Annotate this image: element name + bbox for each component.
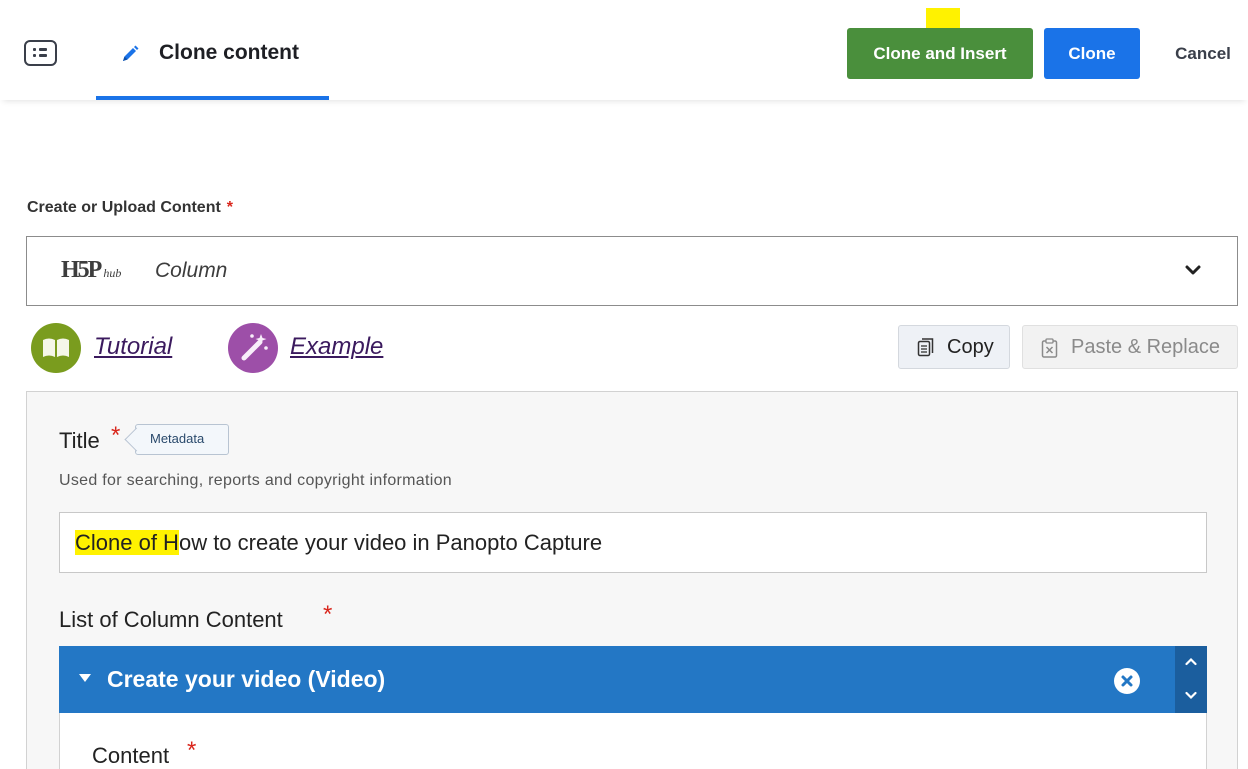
paste-replace-button[interactable]: Paste & Replace xyxy=(1022,325,1238,369)
order-controls xyxy=(1175,646,1207,713)
copy-label: Copy xyxy=(947,335,994,358)
metadata-button[interactable]: Metadata xyxy=(135,424,229,455)
move-down-button[interactable] xyxy=(1175,680,1207,713)
book-icon[interactable] xyxy=(31,323,81,373)
list-menu-icon[interactable] xyxy=(24,40,57,66)
paste-icon xyxy=(1041,338,1058,358)
highlight-mark xyxy=(926,8,960,30)
clone-button[interactable]: Clone xyxy=(1044,28,1140,79)
list-item-title: Create your video (Video) xyxy=(107,666,386,692)
h5p-logo-sub: hub xyxy=(103,266,122,280)
chevron-down-icon xyxy=(1185,691,1197,700)
example-link[interactable]: Example xyxy=(290,333,383,361)
title-label: Title xyxy=(59,428,100,453)
list-required-marker: * xyxy=(323,601,333,628)
paste-label: Paste & Replace xyxy=(1071,335,1220,358)
title-required-marker: * xyxy=(111,422,121,449)
remove-item-button[interactable] xyxy=(1114,668,1140,694)
content-type-selector[interactable]: H5P hub Column xyxy=(26,236,1238,306)
metadata-label: Metadata xyxy=(150,431,205,446)
collapse-triangle-icon xyxy=(79,674,91,682)
h5p-hub-logo: H5P hub xyxy=(61,257,121,284)
chevron-up-icon xyxy=(1185,657,1197,666)
move-up-button[interactable] xyxy=(1175,646,1207,679)
upload-label-text: Create or Upload Content xyxy=(27,199,221,216)
pencil-icon xyxy=(123,45,139,61)
title-highlighted-text: Clone of H xyxy=(75,530,179,555)
copy-icon xyxy=(917,338,934,357)
magic-wand-icon[interactable] xyxy=(228,323,278,373)
title-description: Used for searching, reports and copyrigh… xyxy=(59,472,452,489)
required-marker: * xyxy=(226,199,234,216)
list-label: List of Column Content xyxy=(59,607,283,632)
list-item-header[interactable]: Create your video (Video) xyxy=(59,646,1207,713)
content-required-marker: * xyxy=(187,737,197,764)
tab-label: Clone content xyxy=(159,41,299,64)
top-bar: Clone content Clone and Insert Clone Can… xyxy=(0,0,1248,100)
copy-button[interactable]: Copy xyxy=(898,325,1010,369)
content-label: Content xyxy=(92,743,170,768)
list-item-body: Content * xyxy=(59,713,1207,769)
upload-label: Create or Upload Content * xyxy=(27,199,233,217)
title-rest-text: ow to create your video in Panopto Captu… xyxy=(178,530,603,555)
selected-content-type: Column xyxy=(155,259,228,282)
form-panel: Title * Metadata Used for searching, rep… xyxy=(26,391,1238,769)
close-icon xyxy=(1121,675,1133,687)
tab-clone-content[interactable]: Clone content xyxy=(96,28,329,100)
tutorial-link[interactable]: Tutorial xyxy=(94,333,172,361)
cancel-button[interactable]: Cancel xyxy=(1158,28,1248,79)
chevron-down-icon xyxy=(1185,265,1201,275)
title-input[interactable]: Clone of How to create your video in Pan… xyxy=(59,512,1207,573)
h5p-logo-text: H5P xyxy=(61,257,102,283)
title-input-value: Clone of How to create your video in Pan… xyxy=(75,530,602,556)
clone-and-insert-button[interactable]: Clone and Insert xyxy=(847,28,1033,79)
active-tab-indicator xyxy=(96,96,329,100)
